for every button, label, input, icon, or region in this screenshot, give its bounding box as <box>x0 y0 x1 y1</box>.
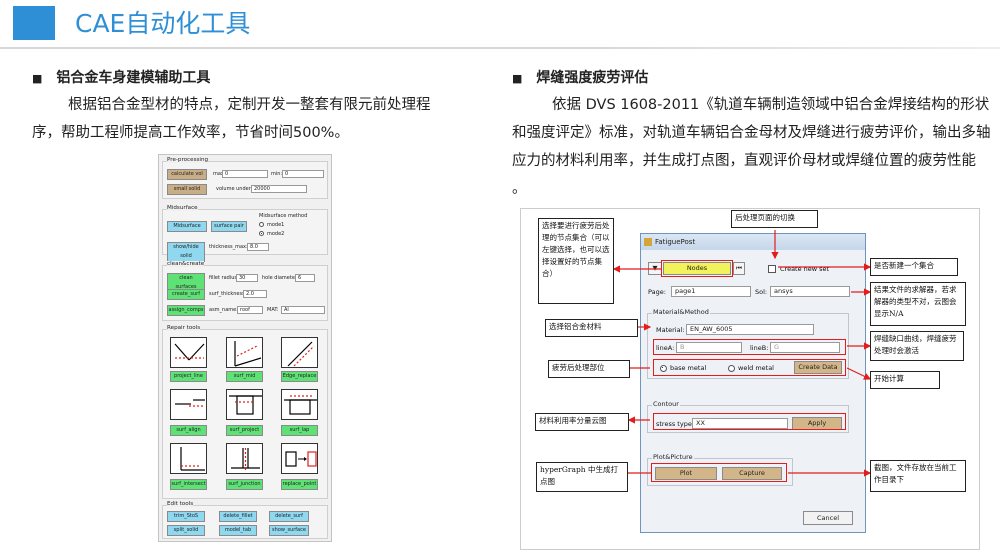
thickness-max-label: thickness_max: <box>209 244 248 250</box>
left-section-heading: ■ 铝合金车身建模辅助工具 <box>32 67 210 87</box>
surf-mid-button[interactable]: surf_mid <box>226 371 263 382</box>
surf-project-button[interactable]: surf_project <box>226 425 263 436</box>
edge-replace-button[interactable]: Edge_replace <box>281 371 318 382</box>
volume-under-label: volume under: <box>216 186 253 192</box>
surf-thickness-input[interactable]: 2.0 <box>243 290 267 298</box>
modeling-tool-panel: Pre-processing calculate vol max: 0 min:… <box>158 154 332 542</box>
preprocessing-label: Pre-processing <box>167 157 209 163</box>
surf-thickness-label: surf_thickness: <box>209 291 247 297</box>
volume-under-input[interactable]: 20000 <box>251 185 307 193</box>
callout-start: 开始计算 <box>870 371 940 389</box>
fillet-radius-label: fillet radius: <box>209 275 239 281</box>
mat-label: MAT: <box>267 307 279 313</box>
right-section-heading: ■ 焊缝强度疲劳评估 <box>512 67 648 87</box>
right-section-title: 焊缝强度疲劳评估 <box>536 70 649 86</box>
small-solid-button[interactable]: small solid <box>167 184 207 195</box>
surf-align-icon[interactable] <box>170 389 207 420</box>
callout-part: 疲劳后处理部位 <box>548 360 630 378</box>
delete-surf-button[interactable]: delete_surf <box>269 511 309 522</box>
callout-solver: 结果文件的求解器，若求解器的类型不对，云图会显示N/A <box>870 282 966 326</box>
surf-junction-icon[interactable] <box>226 443 263 474</box>
clean-create-label: clean&create <box>167 261 205 267</box>
repair-tools-label: Repair tools <box>167 325 201 331</box>
callout-new-set: 是否新建一个集合 <box>870 258 958 276</box>
delete-fillet-button[interactable]: delete_fillet <box>219 511 257 522</box>
split-solid-button[interactable]: split_solid <box>167 525 205 536</box>
callout-utilization: 材料利用率分量云图 <box>535 413 629 431</box>
header-accent-block <box>13 6 55 40</box>
create-surf-button[interactable]: create_surf <box>167 289 205 300</box>
mode2-label: mode2 <box>267 231 285 237</box>
callout-screenshot: 截图，文件存放在当前工作目录下 <box>870 460 966 492</box>
surf-mid-icon[interactable] <box>226 337 263 368</box>
asm-name-label: asm_name: <box>209 307 238 313</box>
edit-tools-label: Edit tools <box>167 501 194 507</box>
fillet-radius-input[interactable]: 30 <box>236 274 258 282</box>
assign-comps-button[interactable]: assign_comps <box>167 305 205 316</box>
page-title: CAE自动化工具 <box>75 9 251 38</box>
hole-diameter-input[interactable]: 6 <box>295 274 315 282</box>
show-surface-button[interactable]: show_surface <box>269 525 309 536</box>
callout-material: 选择铝合金材料 <box>545 319 638 337</box>
trim-stos-button[interactable]: trim_StoS <box>167 511 205 522</box>
asm-name-input[interactable]: roof <box>237 306 263 314</box>
surf-lap-icon[interactable] <box>281 389 318 420</box>
left-section-title: 铝合金车身建模辅助工具 <box>56 70 211 86</box>
midsurface-button[interactable]: Midsurface <box>167 221 207 232</box>
callout-weld-curve: 焊缝缺口曲线，焊缝疲劳处理时会激活 <box>870 331 964 361</box>
calculate-vol-button[interactable]: calculate vol <box>167 169 207 180</box>
surf-lap-button[interactable]: surf_lap <box>281 425 318 436</box>
min-input[interactable]: 0 <box>282 170 324 178</box>
surf-align-button[interactable]: surf_align <box>170 425 207 436</box>
replace-point-icon[interactable] <box>281 443 318 474</box>
replace-point-button[interactable]: replace_point <box>281 479 318 490</box>
midsurface-method-label: Midsurface method <box>259 213 308 219</box>
square-bullet-icon: ■ <box>512 72 523 85</box>
header-divider <box>0 47 1000 49</box>
midsurface-label: Midsurface <box>167 205 198 211</box>
mode2-radio[interactable] <box>259 231 264 236</box>
right-paragraph: 依据 DVS 1608-2011《轨道车辆制造领域中铝合金焊接结构的形状和强度评… <box>512 97 991 197</box>
callout-hypergraph: hyperGraph 中生成打点图 <box>536 462 628 492</box>
callout-node-set: 选择要进行疲劳后处理的节点集合（可以左键选择，也可以选择设置好的节点集合） <box>538 218 614 304</box>
mode1-label: mode1 <box>267 222 285 228</box>
show-hide-solid-button[interactable]: show/hide solid <box>167 242 205 262</box>
square-bullet-icon: ■ <box>32 72 43 85</box>
callout-page-switch: 后处理页面的切换 <box>731 210 818 228</box>
mode1-radio[interactable] <box>259 222 264 227</box>
surf-intersect-icon[interactable] <box>170 443 207 474</box>
min-label: min: <box>271 171 283 177</box>
surf-junction-button[interactable]: surf_junction <box>226 479 263 490</box>
surf-project-icon[interactable] <box>226 389 263 420</box>
left-paragraph: 根据铝合金型材的特点，定制开发一整套有限元前处理程序，帮助工程师提高工作效率，节… <box>32 97 431 141</box>
project-line-icon[interactable] <box>170 337 207 368</box>
hole-diameter-label: hole diameter: <box>262 275 299 281</box>
project-line-button[interactable]: project_line <box>170 371 207 382</box>
mat-select[interactable]: Al <box>281 306 325 314</box>
max-input[interactable]: 0 <box>222 170 268 178</box>
model-tab-button[interactable]: model_tab <box>219 525 257 536</box>
thickness-max-input[interactable]: 8.0 <box>247 243 269 251</box>
surf-intersect-button[interactable]: surf_intersect <box>170 479 207 490</box>
edge-replace-icon[interactable] <box>281 337 318 368</box>
surface-pair-button[interactable]: surface pair <box>211 221 247 232</box>
